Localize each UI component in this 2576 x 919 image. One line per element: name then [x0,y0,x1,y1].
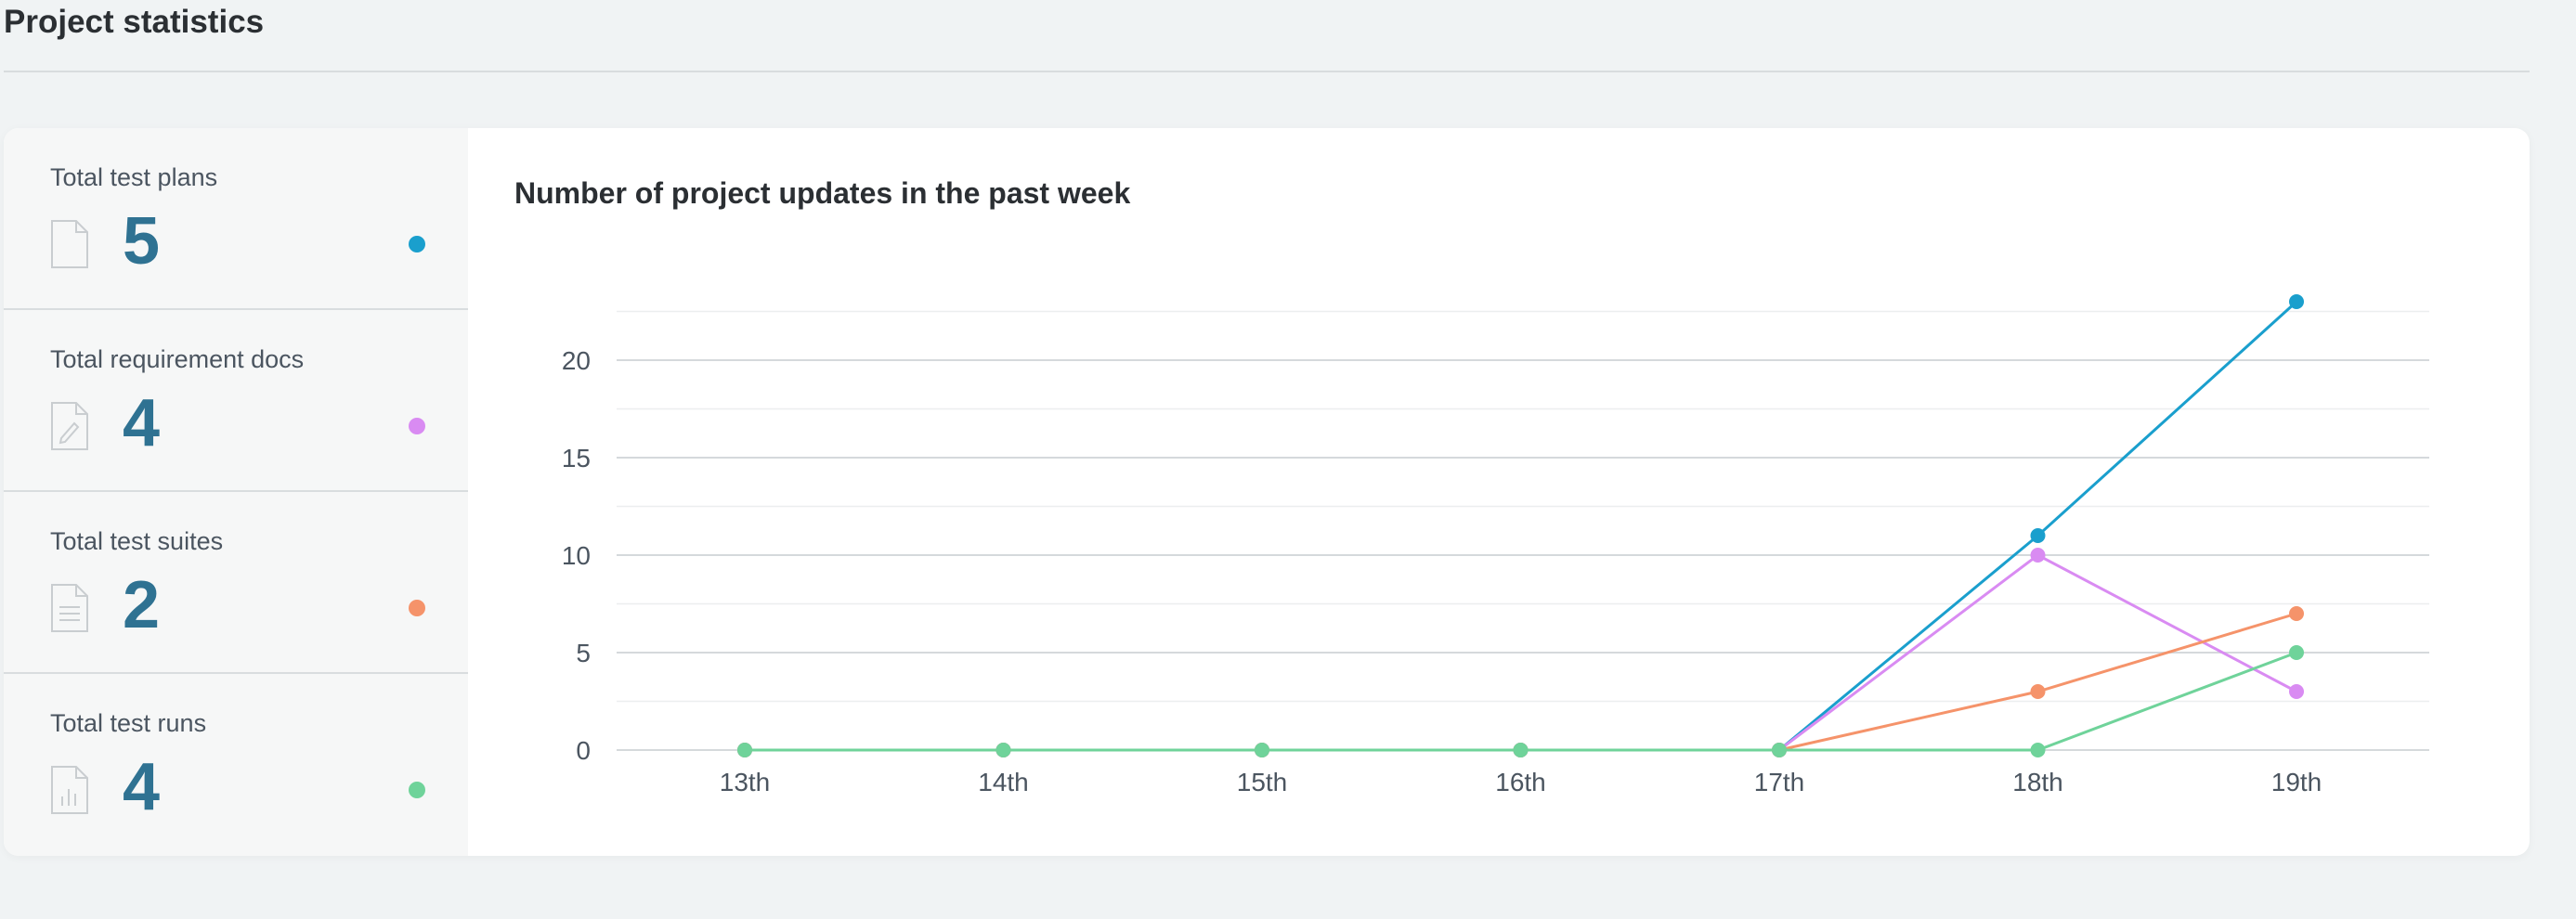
data-point [1255,743,1269,757]
data-point [1772,743,1787,757]
data-point [2289,606,2304,621]
y-tick-label: 0 [576,736,591,765]
y-tick-label: 5 [576,639,591,667]
x-tick-label: 15th [1237,768,1288,796]
statistics-panel: Total test plans 5 Total requirement doc… [4,128,2530,856]
data-point [2030,743,2046,757]
page-title: Project statistics [4,4,265,40]
data-point [2289,294,2304,309]
y-tick-label: 15 [562,444,591,472]
data-point [2030,684,2046,699]
title-divider [4,71,2530,72]
data-point [2289,645,2304,660]
data-point [2289,684,2304,699]
data-point [995,743,1011,757]
y-tick-label: 20 [562,346,591,375]
data-point [1513,743,1529,757]
series-line [745,612,2297,752]
y-tick-label: 10 [562,541,591,570]
data-point [2030,528,2046,543]
line-chart: 0 5 10 15 20 13th 14th 15th 16th 17th 18th 19th [562,294,2429,796]
x-tick-label: 14th [978,768,1029,796]
x-tick-label: 18th [2012,768,2063,796]
data-point [2030,548,2046,563]
x-tick-label: 17th [1754,768,1805,796]
x-tick-label: 16th [1495,768,1546,796]
x-tick-label: 13th [720,768,771,796]
x-tick-label: 19th [2271,768,2322,796]
data-point [737,743,752,757]
